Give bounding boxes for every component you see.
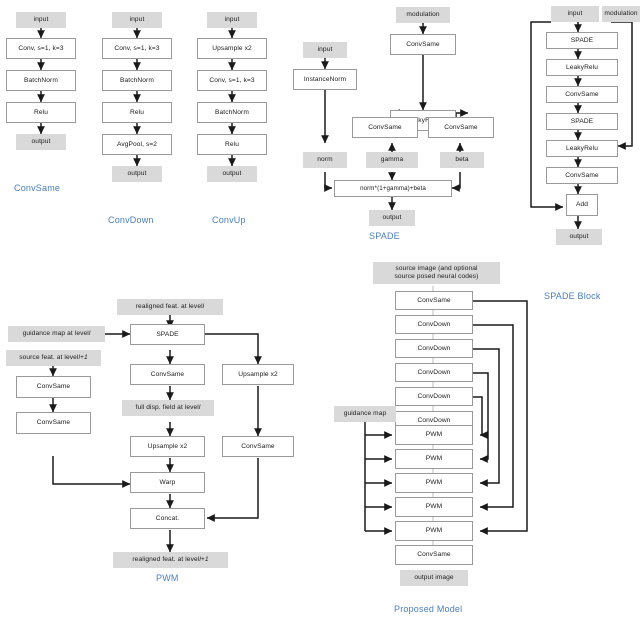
pwm-right-convsame: ConvSame [222, 436, 294, 457]
proposed-source-input: source image (and optional source posed … [373, 262, 500, 284]
spadeblock-convsame-2: ConvSame [546, 167, 618, 184]
spadeblock-input: input [551, 6, 599, 22]
pwm-top-input-text: realigned feat. at level [135, 303, 203, 311]
pwm-disp-field: full disp. field at level l [122, 400, 214, 416]
caption-spade-block: SPADE Block [544, 291, 601, 301]
proposed-convdown-3: ConvDown [395, 363, 473, 382]
convdown-avgpool: AvgPool, s=2 [102, 134, 172, 155]
pwm-guidance-input: guidance map at level l [8, 326, 105, 342]
spade-beta-convsame: ConvSame [428, 117, 494, 138]
pwm-disp-field-text: full disp. field at level [135, 404, 199, 412]
pwm-upsample: Upsample x2 [130, 436, 205, 457]
caption-convsame: ConvSame [14, 183, 61, 193]
caption-convdown: ConvDown [108, 215, 154, 225]
spade-beta: beta [440, 152, 484, 168]
pwm-source-input: source feat. at level l+1 [6, 350, 101, 366]
pwm-right-upsample: Upsample x2 [222, 364, 294, 385]
caption-spade: SPADE [369, 231, 400, 241]
convdown-output: output [112, 166, 162, 182]
proposed-convdown-4: ConvDown [395, 387, 473, 406]
proposed-convsame-top: ConvSame [395, 291, 473, 310]
spade-instancenorm: InstanceNorm [293, 69, 357, 90]
spadeblock-modulation: modulation [602, 6, 640, 22]
pwm-source-text: source feat. at level [19, 354, 79, 362]
pwm-guidance-text: guidance map at level [22, 330, 89, 338]
spade-input: input [303, 42, 347, 58]
pwm-left-convsame-2: ConvSame [16, 412, 91, 434]
convup-input: input [207, 12, 257, 28]
proposed-source-line2: source posed neural codes) [394, 273, 479, 280]
pwm-warp: Warp [130, 472, 205, 493]
convdown-batchnorm: BatchNorm [102, 70, 172, 91]
proposed-convdown-1: ConvDown [395, 315, 473, 334]
pwm-top-input-level: l [202, 303, 205, 311]
pwm-concat: Concat. [130, 508, 205, 529]
convdown-relu: Relu [102, 102, 172, 123]
proposed-pwm-2: PWM [395, 449, 473, 469]
caption-pwm: PWM [156, 573, 179, 583]
pwm-disp-field-level: l [198, 404, 201, 412]
spade-output: output [369, 210, 415, 226]
spadeblock-spade-2: SPADE [546, 113, 618, 130]
proposed-pwm-1: PWM [395, 425, 473, 445]
spade-mod-convsame: ConvSame [390, 34, 456, 55]
caption-proposed-model: Proposed Model [394, 604, 463, 614]
spadeblock-leakyrelu-2: LeakyRelu [546, 140, 618, 157]
pwm-spade: SPADE [130, 324, 205, 345]
convsame-conv: Conv, s=1, k=3 [6, 38, 76, 59]
convsame-input: input [16, 12, 66, 28]
pwm-center-convsame: ConvSame [130, 364, 205, 385]
pwm-left-convsame-1: ConvSame [16, 376, 91, 398]
pwm-guidance-level: l [88, 330, 91, 338]
convdown-conv: Conv, s=1, k=3 [102, 38, 172, 59]
pwm-bottom-output-text: realigned feat. at level [132, 556, 200, 564]
spadeblock-add: Add [566, 194, 598, 216]
proposed-output-image: output image [400, 570, 468, 586]
pwm-source-level: l+1 [78, 354, 88, 362]
proposed-pwm-4: PWM [395, 497, 473, 517]
convup-relu: Relu [197, 134, 267, 155]
spade-combine-formula: norm*(1+gamma)+beta [334, 180, 452, 197]
pwm-top-input: realigned feat. at level l [117, 299, 223, 315]
connector-layer [37, 21, 633, 555]
convup-upsample: Upsample x2 [197, 38, 267, 59]
proposed-pwm-3: PWM [395, 473, 473, 493]
proposed-convsame-bottom: ConvSame [395, 545, 473, 565]
convdown-input: input [112, 12, 162, 28]
spade-norm: norm [303, 152, 347, 168]
diagram-canvas: input Conv, s=1, k=3 BatchNorm Relu outp… [0, 0, 640, 618]
spadeblock-convsame-1: ConvSame [546, 86, 618, 103]
convsame-output: output [16, 134, 66, 150]
convsame-batchnorm: BatchNorm [6, 70, 76, 91]
pwm-bottom-output-level: l+1 [199, 556, 209, 564]
spade-modulation: modulation [396, 7, 450, 23]
proposed-convdown-2: ConvDown [395, 339, 473, 358]
proposed-guidance-map: guidance map [334, 406, 396, 422]
convup-conv: Conv, s=1, k=3 [197, 70, 267, 91]
spade-gamma: gamma [366, 152, 418, 168]
convup-batchnorm: BatchNorm [197, 102, 267, 123]
spade-gamma-convsame: ConvSame [352, 117, 418, 138]
convup-output: output [207, 166, 257, 182]
caption-convup: ConvUp [212, 215, 246, 225]
spadeblock-leakyrelu-1: LeakyRelu [546, 59, 618, 76]
proposed-source-line1: source image (and optional [395, 264, 478, 272]
convsame-relu: Relu [6, 102, 76, 123]
pwm-bottom-output: realigned feat. at level l+1 [113, 552, 228, 568]
proposed-pwm-5: PWM [395, 521, 473, 541]
spadeblock-output: output [556, 229, 602, 245]
spadeblock-spade-1: SPADE [546, 32, 618, 49]
